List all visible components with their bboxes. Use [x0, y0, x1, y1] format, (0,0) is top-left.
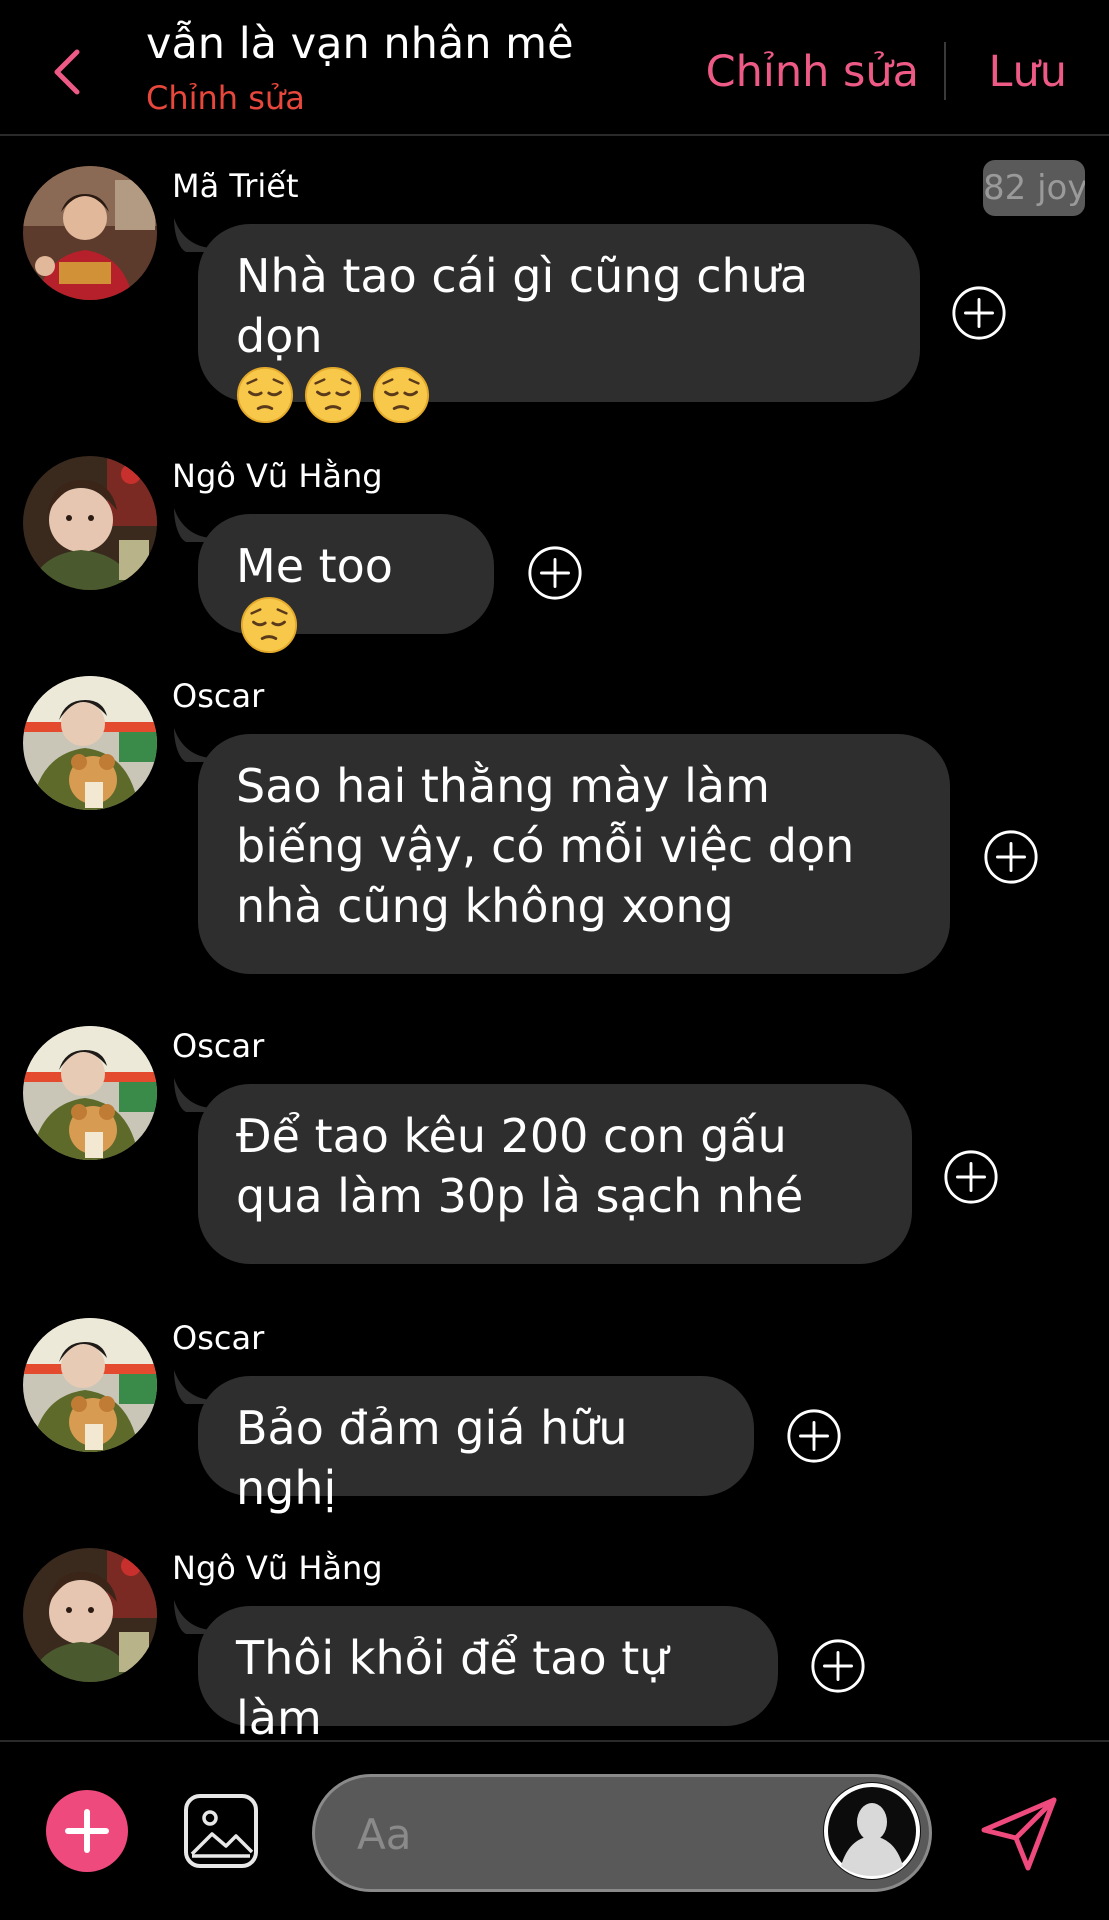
- message-text: Sao hai thằng mày làm biếng vậy, có mỗi …: [236, 759, 855, 933]
- avatar[interactable]: [23, 1318, 157, 1452]
- image-button[interactable]: [182, 1792, 260, 1870]
- message-text: Me too: [236, 539, 393, 593]
- pensive-face-icon: [236, 366, 294, 424]
- message-bubble[interactable]: Nhà tao cái gì cũng chưa dọn: [198, 224, 920, 402]
- add-reaction-icon[interactable]: [950, 284, 1008, 342]
- chat-title: vẫn là vạn nhân mê: [146, 19, 574, 69]
- pensive-face-icon: [240, 596, 298, 654]
- avatar[interactable]: [23, 1548, 157, 1682]
- message-item: Oscar Để tao kêu 200 con gấu qua làm 30p…: [0, 1006, 1109, 1296]
- send-button[interactable]: [976, 1790, 1062, 1876]
- edit-button[interactable]: Chỉnh sửa: [706, 42, 919, 102]
- add-reaction-icon[interactable]: [942, 1148, 1000, 1206]
- send-icon: [981, 1797, 1057, 1871]
- message-input[interactable]: [355, 1797, 779, 1871]
- avatar[interactable]: [23, 676, 157, 810]
- title-block: vẫn là vạn nhân mê Chỉnh sửa: [146, 14, 574, 120]
- message-bubble[interactable]: Để tao kêu 200 con gấu qua làm 30p là sạ…: [198, 1084, 912, 1264]
- pensive-face-icon: [372, 366, 430, 424]
- user-silhouette-icon: [824, 1783, 920, 1879]
- add-button[interactable]: [46, 1790, 128, 1872]
- avatar[interactable]: [23, 1026, 157, 1160]
- add-reaction-icon[interactable]: [785, 1407, 843, 1465]
- message-text: Nhà tao cái gì cũng chưa dọn: [236, 249, 809, 363]
- plus-icon: [65, 1809, 109, 1853]
- composer-bar: [0, 1740, 1109, 1920]
- message-bubble[interactable]: Sao hai thằng mày làm biếng vậy, có mỗi …: [198, 734, 950, 974]
- message-bubble[interactable]: Me too: [198, 514, 494, 634]
- message-bubble[interactable]: Thôi khỏi để tao tự làm: [198, 1606, 778, 1740]
- message-input-wrapper: [312, 1774, 932, 1892]
- avatar[interactable]: [23, 166, 157, 300]
- pensive-face-icon: [304, 366, 362, 424]
- message-text: Thôi khỏi để tao tự làm: [236, 1631, 669, 1740]
- sender-name: Oscar: [172, 1027, 265, 1065]
- back-button[interactable]: [40, 40, 92, 104]
- sender-name: Ngô Vũ Hằng: [172, 457, 383, 495]
- message-bubble[interactable]: Bảo đảm giá hữu nghị: [198, 1376, 754, 1515]
- add-reaction-icon[interactable]: [809, 1637, 867, 1695]
- avatar[interactable]: [23, 456, 157, 590]
- status-badge: 82 joy: [983, 160, 1085, 216]
- message-list[interactable]: Mã Triết 82 joy Nhà tao cái gì cũng chưa…: [0, 136, 1109, 1740]
- sender-avatar-picker[interactable]: [823, 1782, 921, 1880]
- message-item: Oscar Sao hai thằng mày làm biếng vậy, c…: [0, 656, 1109, 1006]
- chat-header: vẫn là vạn nhân mê Chỉnh sửa Chỉnh sửa L…: [0, 0, 1109, 136]
- message-item: Mã Triết 82 joy Nhà tao cái gì cũng chưa…: [0, 136, 1109, 436]
- chat-subtitle[interactable]: Chỉnh sửa: [146, 76, 574, 120]
- image-icon: [184, 1794, 258, 1868]
- sender-name: Ngô Vũ Hằng: [172, 1549, 383, 1587]
- sender-name: Oscar: [172, 1319, 265, 1357]
- chevron-left-icon: [54, 49, 80, 95]
- header-divider: [944, 42, 946, 100]
- message-item: Oscar Bảo đảm giá hữu nghị: [0, 1296, 1109, 1526]
- save-button[interactable]: Lưu: [989, 42, 1067, 102]
- message-text: Để tao kêu 200 con gấu qua làm 30p là sạ…: [236, 1109, 804, 1223]
- add-reaction-icon[interactable]: [526, 544, 584, 602]
- message-item: Ngô Vũ Hằng Me too: [0, 436, 1109, 656]
- message-text: Bảo đảm giá hữu nghị: [236, 1401, 628, 1515]
- sender-name: Mã Triết: [172, 167, 299, 205]
- sender-name: Oscar: [172, 677, 265, 715]
- message-item: Ngô Vũ Hằng Thôi khỏi để tao tự làm: [0, 1526, 1109, 1740]
- add-reaction-icon[interactable]: [982, 828, 1040, 886]
